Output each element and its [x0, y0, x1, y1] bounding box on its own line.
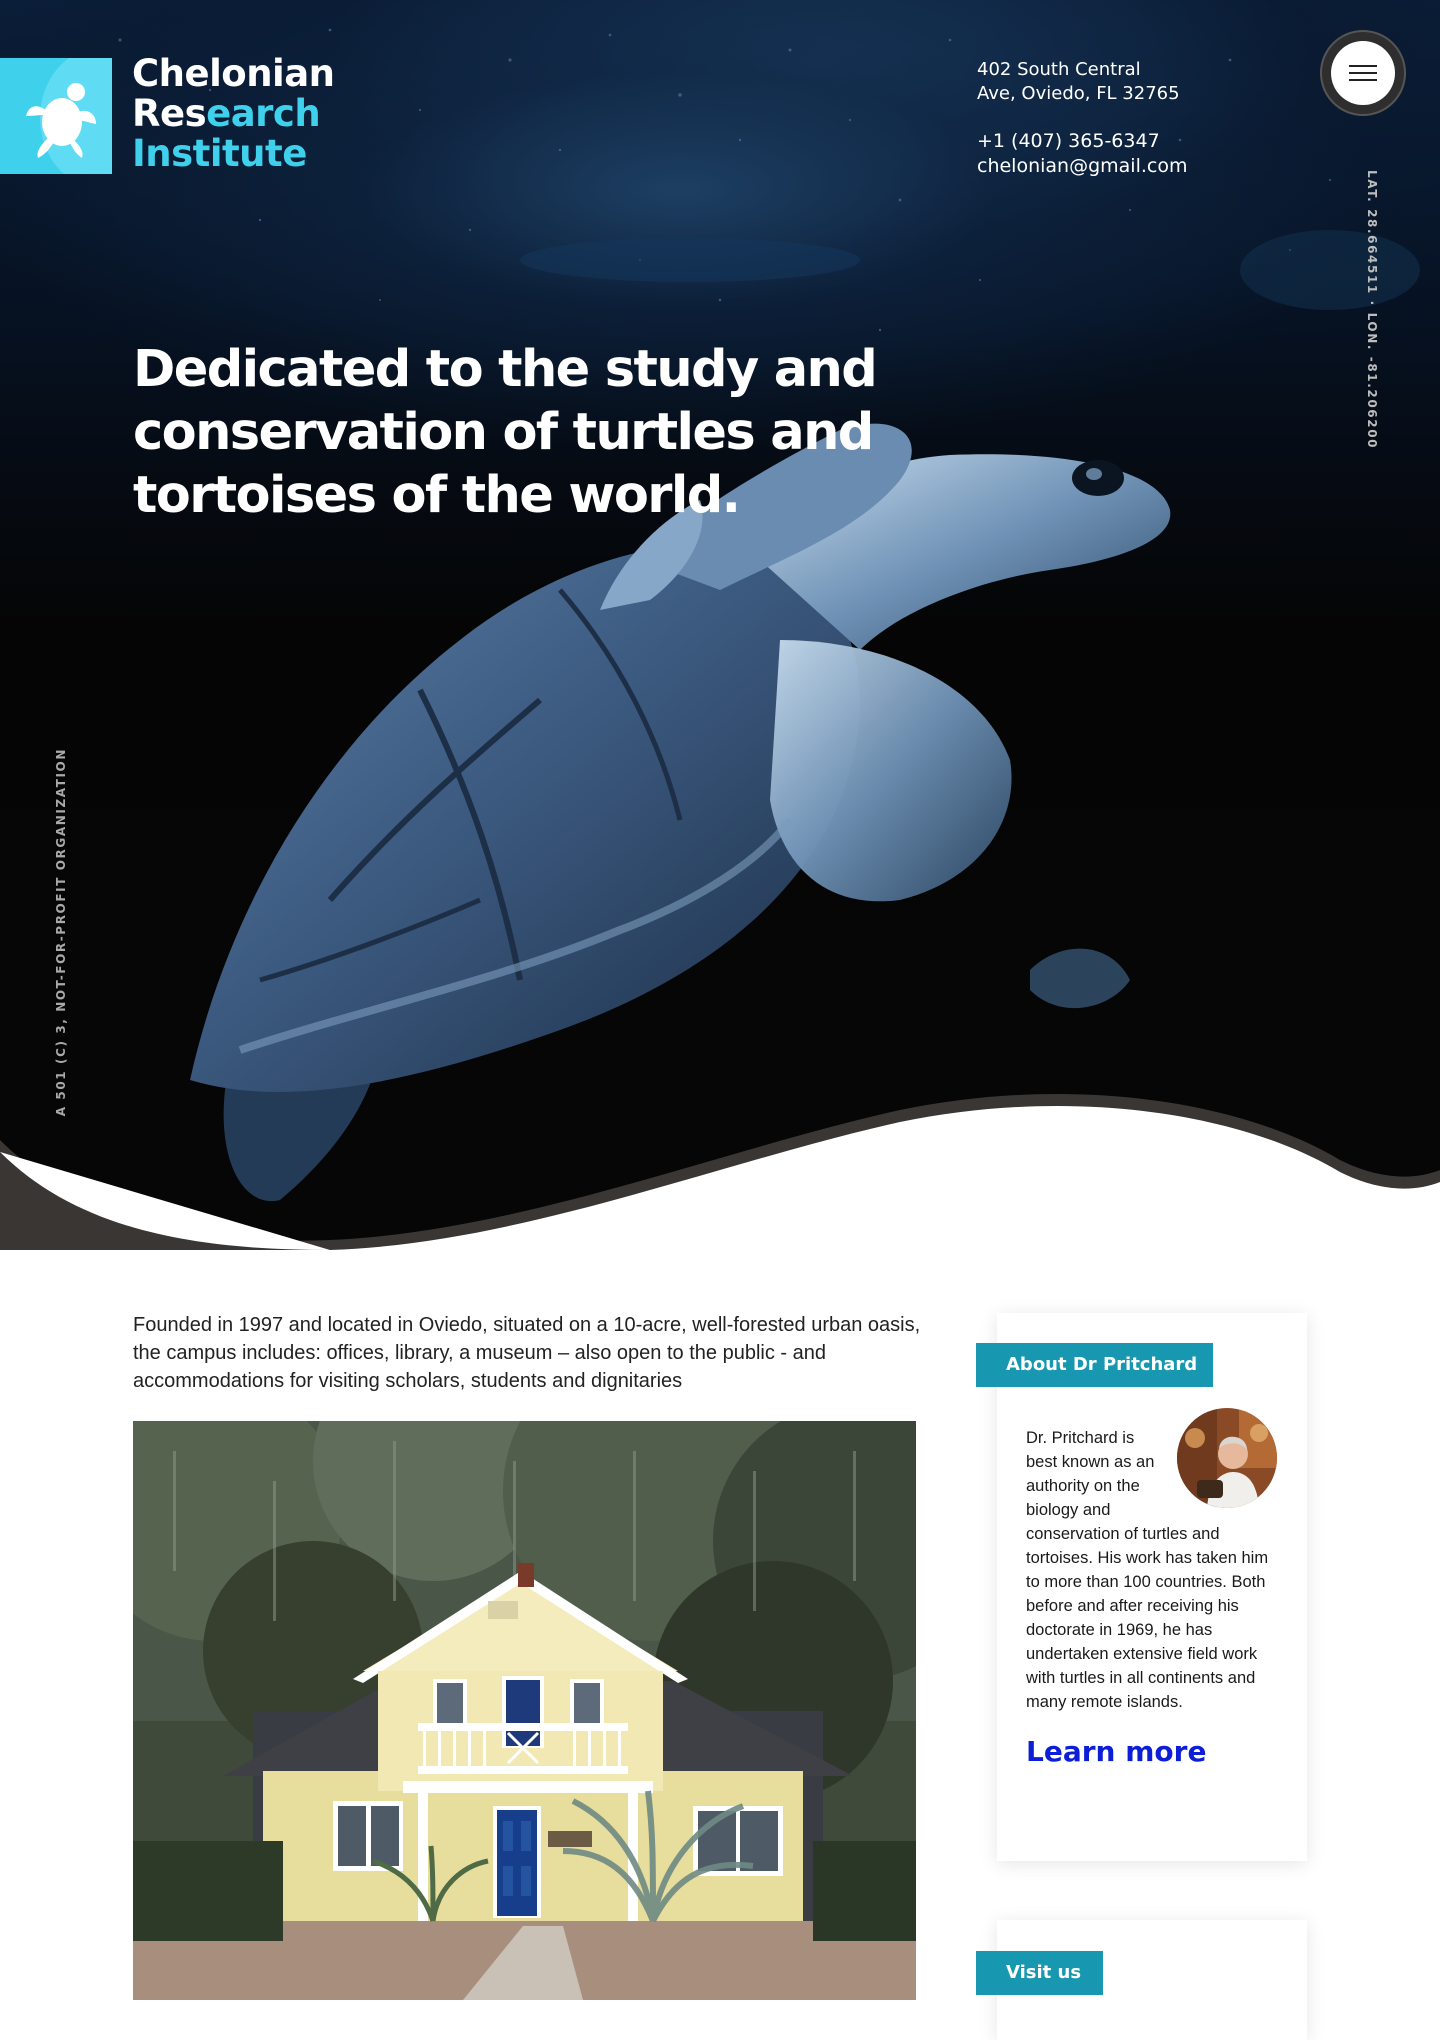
- hamburger-icon-bar: [1349, 72, 1377, 74]
- learn-more-link[interactable]: Learn more: [1026, 1735, 1206, 1768]
- nonprofit-label: A 501 (C) 3, NOT-FOR-PROFIT ORGANIZATION: [54, 748, 68, 1117]
- turtle-logo-icon: [26, 83, 96, 158]
- logo-text-line2-white: Res: [132, 92, 207, 135]
- contact-info: 402 South Central Ave, Oviedo, FL 32765 …: [977, 58, 1187, 179]
- logo-badge[interactable]: [0, 58, 112, 174]
- address-line1: 402 South Central: [977, 59, 1141, 80]
- phone-link[interactable]: +1 (407) 365-6347: [977, 130, 1160, 152]
- hamburger-icon: [1349, 65, 1377, 67]
- hamburger-icon-bar: [1349, 79, 1377, 81]
- contact-spacer: [977, 106, 1187, 129]
- hero-title: Dedicated to the study and conservation …: [133, 340, 878, 525]
- hero-wave-divider: [0, 1094, 1440, 1250]
- menu-button[interactable]: [1331, 41, 1395, 105]
- logo-text-line3: Institute: [132, 132, 307, 175]
- logo-text-line2: Research: [132, 94, 335, 134]
- address-line2: Ave, Oviedo, FL 32765: [977, 83, 1180, 104]
- about-bio-rest: conservation of turtles and tortoises. H…: [1026, 1525, 1269, 1711]
- intro-paragraph: Founded in 1997 and located in Oviedo, s…: [133, 1314, 921, 1392]
- logo-wordmark[interactable]: Chelonian Research Institute: [132, 54, 335, 174]
- logo-text-line2-cyan: earch: [206, 92, 321, 135]
- about-bio-top: Dr. Pritchard is best known as an author…: [1026, 1429, 1155, 1519]
- hero-section: Chelonian Research Institute 402 South C…: [0, 0, 1440, 1250]
- email-link[interactable]: chelonian@gmail.com: [977, 155, 1187, 177]
- about-tag: About Dr Pritchard: [976, 1343, 1213, 1387]
- logo-text-line1: Chelonian: [132, 52, 335, 95]
- visit-tag: Visit us: [976, 1951, 1103, 1995]
- about-bio: Dr. Pritchard is best known as an author…: [1026, 1426, 1286, 1714]
- coordinates-label: LAT. 28.664511 · LON. -81.206200: [1365, 170, 1379, 450]
- campus-house-image: [133, 1421, 916, 2000]
